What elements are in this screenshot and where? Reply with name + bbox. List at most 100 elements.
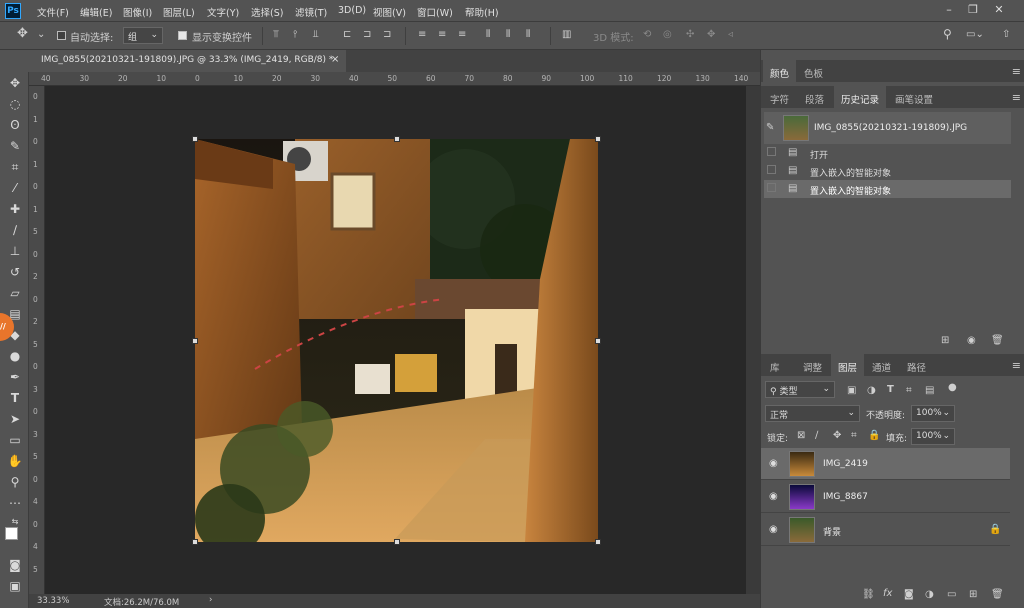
scale-3d-icon[interactable]: ◃ [728, 29, 733, 40]
more-tools-icon[interactable]: ⋯ [6, 494, 24, 512]
lock-all-icon[interactable]: 🔒 [868, 430, 880, 441]
menu-type[interactable]: 文字(Y) [207, 5, 239, 19]
align-right-icon[interactable]: ⊐ [383, 29, 391, 40]
eye-icon[interactable]: ◉ [769, 491, 778, 502]
document-tab[interactable]: IMG_0855(20210321-191809).JPG @ 33.3% (I… [29, 50, 346, 72]
distribute-right-icon[interactable]: ⫴ [526, 29, 530, 40]
history-brush-source-icon[interactable]: ✎ [766, 122, 774, 133]
new-document-from-state-icon[interactable]: ⊞ [941, 335, 949, 346]
type-tool-icon[interactable]: T [6, 389, 24, 407]
tab-channels[interactable]: 通道 [865, 354, 898, 376]
lock-artboard-icon[interactable]: ⌗ [851, 430, 857, 441]
layer-name[interactable]: IMG_8867 [823, 492, 868, 502]
share-icon[interactable]: ⇧ [1002, 29, 1010, 40]
auto-select-dropdown[interactable]: 组 ⌄ [123, 27, 163, 44]
tab-paths[interactable]: 路径 [900, 354, 933, 376]
show-transform-checkbox[interactable] [178, 31, 187, 40]
transform-handle-t[interactable] [394, 136, 400, 142]
dodge-tool-icon[interactable]: ● [6, 347, 24, 365]
transform-handle-tr[interactable] [595, 136, 601, 142]
close-window-icon[interactable]: ✕ [990, 2, 1008, 18]
pen-tool-icon[interactable]: ✒ [6, 368, 24, 386]
eyedropper-tool-icon[interactable]: ⁄ [6, 179, 24, 197]
crop-tool-icon[interactable]: ⌗ [6, 158, 24, 176]
panel-menu-icon[interactable]: ≡ [1012, 65, 1021, 78]
quick-mask-icon[interactable]: ◙ [6, 556, 24, 574]
slide-3d-icon[interactable]: ✥ [707, 29, 715, 40]
chevron-down-icon[interactable]: ⌄ [37, 29, 45, 40]
search-icon[interactable]: ⚲ [943, 27, 952, 41]
camera-icon[interactable]: ◉ [967, 335, 976, 346]
drag-3d-icon[interactable]: ✣ [686, 29, 694, 40]
new-group-icon[interactable]: ▭ [947, 589, 956, 600]
layer-name[interactable]: 背景 [823, 525, 841, 538]
menu-3d[interactable]: 3D(D) [338, 5, 366, 16]
orbit-3d-icon[interactable]: ⟲ [643, 29, 651, 40]
distribute-hcenter-icon[interactable]: ⫴ [506, 29, 510, 40]
menu-view[interactable]: 视图(V) [373, 5, 406, 19]
hand-tool-icon[interactable]: ✋ [6, 452, 24, 470]
history-state-active[interactable]: ▤ 置入嵌入的智能对象 [764, 180, 1011, 198]
fx-icon[interactable]: fx [883, 588, 892, 599]
quick-select-tool-icon[interactable]: ✎ [6, 137, 24, 155]
minimize-icon[interactable]: – [940, 2, 958, 18]
auto-select-checkbox[interactable] [57, 31, 66, 40]
screen-mode-icon[interactable]: ▣ [6, 577, 24, 595]
clone-stamp-tool-icon[interactable]: ⊥ [6, 242, 24, 260]
filter-type-icon[interactable]: T [887, 384, 894, 395]
add-mask-icon[interactable]: ◙ [904, 589, 914, 600]
path-select-tool-icon[interactable]: ➤ [6, 410, 24, 428]
distribute-bottom-icon[interactable]: ≡ [458, 29, 466, 40]
layer-row[interactable]: ◉ 背景 🔒 [761, 514, 1010, 546]
layer-filter-dropdown[interactable]: ⚲ 类型 ⌄ [765, 381, 835, 398]
lock-position-icon[interactable]: ✥ [833, 430, 841, 441]
history-brush-tool-icon[interactable]: ↺ [6, 263, 24, 281]
panel-menu-icon[interactable]: ≡ [1012, 359, 1021, 372]
menu-window[interactable]: 窗口(W) [417, 5, 453, 19]
tab-color[interactable]: 颜色 [763, 60, 797, 82]
zoom-level[interactable]: 33.33% [37, 596, 69, 606]
filter-shape-icon[interactable]: ⌗ [906, 385, 912, 396]
blend-mode-dropdown[interactable]: 正常 ⌄ [765, 405, 860, 422]
foreground-color-swatch[interactable] [5, 527, 18, 540]
menu-edit[interactable]: 编辑(E) [80, 5, 112, 19]
auto-align-icon[interactable]: ▥ [562, 29, 571, 40]
panel-menu-icon[interactable]: ≡ [1012, 91, 1021, 104]
tab-layers[interactable]: 图层 [831, 354, 865, 376]
canvas-scrollbar[interactable] [746, 86, 760, 594]
tab-brush-settings[interactable]: 画笔设置 [888, 86, 940, 108]
rectangle-tool-icon[interactable]: ▭ [6, 431, 24, 449]
filter-pixel-icon[interactable]: ▣ [847, 385, 856, 396]
move-tool-icon[interactable]: ✥ [6, 74, 24, 92]
filter-adjustment-icon[interactable]: ◑ [867, 385, 876, 396]
menu-filter[interactable]: 滤镜(T) [295, 5, 327, 19]
tab-swatches[interactable]: 色板 [797, 60, 830, 82]
lock-transparency-icon[interactable]: ⊠ [797, 430, 805, 441]
opacity-input[interactable]: 100% ⌄ [911, 405, 955, 422]
align-hcenter-icon[interactable]: ⊐ [363, 29, 371, 40]
transform-handle-br[interactable] [595, 539, 601, 545]
transform-handle-bl[interactable] [192, 539, 198, 545]
tab-libraries[interactable]: 库 [763, 354, 787, 376]
lasso-tool-icon[interactable]: ʘ [6, 116, 24, 134]
align-bottom-icon[interactable]: ⫫ [313, 29, 319, 40]
menu-image[interactable]: 图像(I) [123, 5, 152, 19]
menu-help[interactable]: 帮助(H) [465, 5, 499, 19]
transform-handle-l[interactable] [192, 338, 198, 344]
transform-handle-b[interactable] [394, 539, 400, 545]
menu-file[interactable]: 文件(F) [37, 5, 69, 19]
tab-character[interactable]: 字符 [763, 86, 796, 108]
layer-row[interactable]: ◉ IMG_8867 [761, 481, 1010, 513]
healing-brush-tool-icon[interactable]: ✚ [6, 200, 24, 218]
link-layers-icon[interactable]: ⛓ [862, 589, 875, 600]
filter-smart-object-icon[interactable]: ▤ [925, 385, 934, 396]
fill-input[interactable]: 100% ⌄ [911, 428, 955, 445]
history-snapshot[interactable]: ✎ IMG_0855(20210321-191809).JPG [764, 112, 1011, 144]
marquee-tool-icon[interactable]: ◌ [6, 95, 24, 113]
filter-toggle-icon[interactable]: ● [948, 382, 957, 393]
distribute-top-icon[interactable]: ≡ [418, 29, 426, 40]
history-state[interactable]: ▤ 置入嵌入的智能对象 [764, 162, 1011, 180]
history-state[interactable]: ▤ 打开 [764, 144, 1011, 162]
transform-handle-r[interactable] [595, 338, 601, 344]
tab-paragraph[interactable]: 段落 [798, 86, 831, 108]
